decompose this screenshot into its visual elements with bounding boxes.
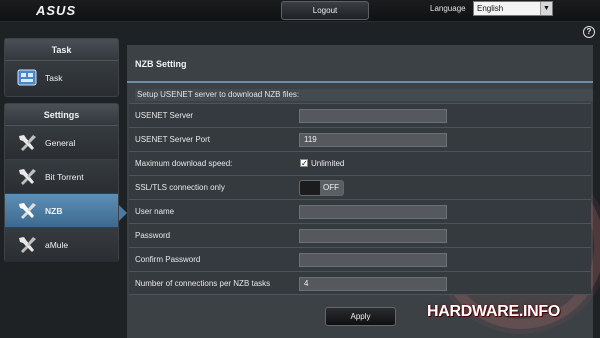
language-select[interactable]: English ▼ [473, 1, 553, 16]
field-label: USENET Server Port [135, 135, 210, 144]
chevron-down-icon: ▼ [540, 2, 552, 15]
unlimited-checkbox[interactable]: ✓ [300, 159, 308, 168]
row-confirm-password: Confirm Password [129, 247, 591, 271]
connections-input[interactable]: 4 [299, 277, 447, 291]
active-item-pointer [119, 205, 127, 221]
language-value: English [477, 4, 504, 13]
tools-icon [19, 169, 36, 185]
password-input[interactable] [299, 229, 447, 243]
toggle-state-label: OFF [323, 183, 339, 192]
confirm-password-input[interactable] [299, 253, 447, 267]
toggle-knob [300, 181, 320, 195]
row-max-download-speed: Maximum download speed: ✓ Unlimited [129, 151, 591, 175]
row-password: Password [129, 223, 591, 247]
tools-icon [19, 203, 36, 219]
field-label: Confirm Password [135, 255, 201, 264]
sidebar-item-nzb[interactable]: NZB [5, 194, 118, 228]
row-usenet-server: USENET Server [129, 103, 591, 127]
ssl-tls-toggle[interactable]: OFF [299, 180, 344, 196]
field-label: SSL/TLS connection only [135, 183, 225, 192]
field-label: Password [135, 231, 171, 240]
sidebar-item-label: Bit Torrent [45, 172, 84, 182]
unlimited-label: Unlimited [311, 159, 345, 168]
tools-icon [19, 237, 36, 253]
page-title: NZB Setting [135, 59, 187, 69]
field-label: User name [135, 207, 175, 216]
row-ssl-tls: SSL/TLS connection only OFF [129, 175, 591, 199]
panel-description: Setup USENET server to download NZB file… [135, 89, 593, 101]
usenet-server-input[interactable] [299, 109, 447, 123]
settings-heading: Settings [5, 104, 118, 126]
sidebar-item-label: NZB [45, 206, 63, 216]
apply-button[interactable]: Apply [325, 307, 396, 326]
help-icon[interactable]: ? [583, 26, 595, 38]
row-usenet-port: USENET Server Port 119 [129, 127, 591, 151]
field-label: Number of connections per NZB tasks [135, 279, 271, 288]
hardware-info-watermark: HARDWARE.INFO [425, 302, 593, 326]
task-menu: Task Task [4, 38, 119, 97]
nzb-settings-panel: H NZB Setting Setup USENET server to dow… [127, 45, 600, 338]
sidebar-item-bit-torrent[interactable]: Bit Torrent [5, 160, 118, 194]
sidebar-item-task[interactable]: Task [5, 61, 118, 95]
task-heading: Task [5, 39, 118, 61]
row-connections: Number of connections per NZB tasks 4 [129, 271, 591, 295]
watermark-brand-text: HARDWARE.INFO [427, 303, 560, 320]
language-label: Language [430, 4, 466, 13]
field-label: USENET Server [135, 111, 194, 120]
sidebar-item-general[interactable]: General [5, 126, 118, 160]
sidebar-item-label: aMule [45, 240, 69, 250]
logout-button[interactable]: Logout [281, 1, 369, 20]
sidebar-item-label: Task [45, 73, 63, 83]
top-bar: ASUS Logout Language English ▼ [0, 0, 600, 22]
sidebar-item-label: General [45, 138, 76, 148]
settings-menu: Settings General Bit Torrent NZB aMule [4, 103, 119, 262]
user-name-input[interactable] [299, 205, 447, 219]
usenet-port-input[interactable]: 119 [299, 133, 447, 147]
sidebar-item-amule[interactable]: aMule [5, 228, 118, 262]
tools-icon [19, 135, 36, 151]
title-divider [127, 81, 593, 83]
task-icon [17, 69, 37, 86]
field-label: Maximum download speed: [135, 159, 233, 168]
row-user-name: User name [129, 199, 591, 223]
asus-logo: ASUS [36, 3, 77, 18]
